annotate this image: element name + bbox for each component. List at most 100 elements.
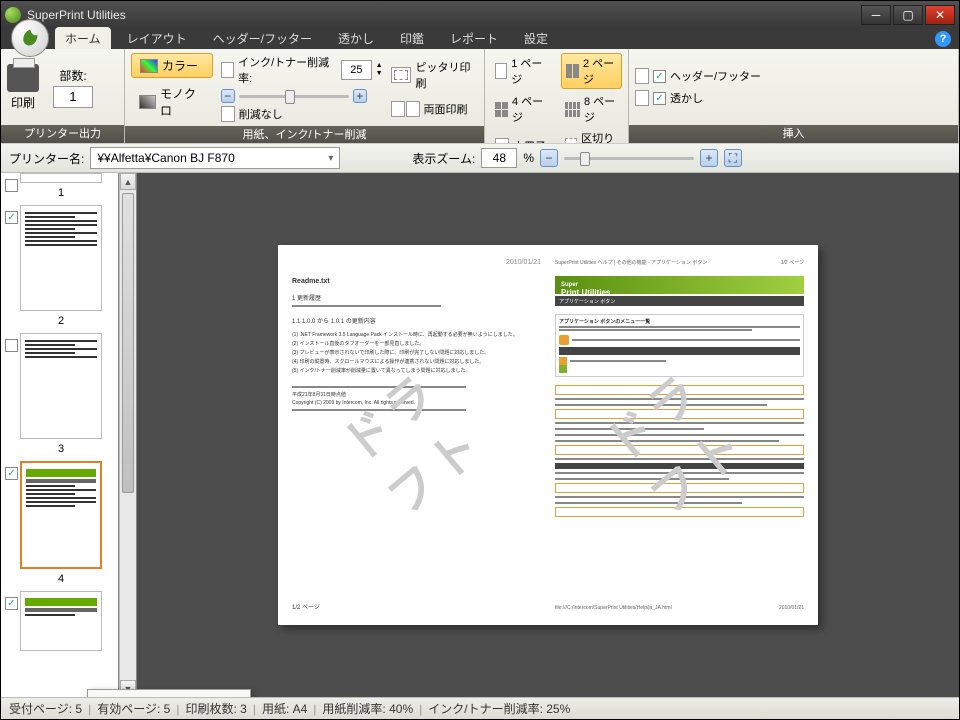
maximize-button[interactable]: ▢ [893, 5, 923, 25]
cm-insert-blank[interactable]: 空白ページを挿入する [90, 692, 248, 697]
status-received: 受付ページ: 5 [9, 700, 82, 717]
zoom-percent: % [523, 151, 534, 165]
thumbnail-2[interactable] [20, 205, 102, 311]
titlebar: SuperPrint Utilities ─ ▢ ✕ [1, 1, 959, 29]
status-paper-reduce: 用紙削減率: 40% [322, 700, 413, 717]
zoom-slider[interactable] [564, 150, 694, 166]
thumb-checkbox[interactable]: ✓ [5, 467, 18, 480]
tab-home[interactable]: ホーム [55, 27, 111, 49]
ribbon-tabs: ホーム レイアウト ヘッダー/フッター 透かし 印鑑 レポート 設定 ? [1, 29, 959, 49]
checkbox-icon[interactable]: ✓ [653, 70, 666, 83]
insert-watermark[interactable]: ✓ 透かし [635, 90, 761, 106]
copies-label: 部数: [59, 67, 86, 84]
ribbon: 印刷 部数: プリンター出力 カラー モノクロ [1, 49, 959, 143]
status-paper: 用紙: A4 [262, 700, 307, 717]
workspace: 1 ✓ 2 3 ✓ 4 [1, 173, 959, 697]
application-button[interactable] [11, 19, 49, 57]
duplex-label: 両面印刷 [424, 101, 468, 117]
printer-icon [7, 64, 39, 92]
layout-1page[interactable]: 1 ページ [491, 53, 551, 89]
print-label: 印刷 [11, 94, 35, 111]
thumbnail-panel: 1 ✓ 2 3 ✓ 4 [1, 173, 119, 697]
statusbar: 受付ページ: 5| 有効ページ: 5| 印刷枚数: 3| 用紙: A4| 用紙削… [1, 697, 959, 719]
color-swatch-icon [140, 59, 158, 73]
leaf-icon [20, 28, 40, 48]
thumbnail-4-selected[interactable] [20, 461, 102, 569]
ribbon-group-label-4: 挿入 [629, 125, 958, 143]
reduce-minus[interactable]: − [221, 89, 235, 103]
tab-stamp[interactable]: 印鑑 [390, 27, 434, 49]
window-title: SuperPrint Utilities [27, 8, 861, 22]
ribbon-group-label-2: 用紙、インク/トナー削減 [125, 126, 484, 144]
mono-label: モノクロ [160, 85, 205, 119]
no-reduce-label: 削減なし [239, 106, 283, 122]
layout-8page[interactable]: 8 ページ [561, 92, 622, 126]
zoom-out-button[interactable]: − [540, 149, 558, 167]
tab-settings[interactable]: 設定 [514, 27, 558, 49]
tab-report[interactable]: レポート [440, 27, 508, 49]
app-icon [5, 7, 21, 23]
ribbon-group-printer-output: 印刷 部数: プリンター出力 [1, 49, 125, 143]
reduce-value[interactable]: 25 [341, 60, 371, 80]
fit-print-button[interactable]: ピッタリ印刷 [391, 59, 478, 91]
layout-2page[interactable]: 2 ページ [561, 53, 622, 89]
scroll-up-icon[interactable]: ▲ [120, 173, 136, 190]
preview-page-right: ドラフト SuperPrint Utilities ヘルプ | その他の機能 -… [555, 259, 804, 611]
color-label: カラー [162, 57, 198, 74]
close-button[interactable]: ✕ [925, 5, 955, 25]
status-ink-reduce: インク/トナー削減率: 25% [428, 700, 570, 717]
thumbnail-1-partial[interactable] [20, 173, 102, 183]
tab-watermark[interactable]: 透かし [328, 27, 384, 49]
thumb-checkbox[interactable]: ✓ [5, 211, 18, 224]
status-sheets: 印刷枚数: 3 [185, 700, 246, 717]
reduce-up[interactable]: ▲ [376, 62, 383, 69]
app-window: SuperPrint Utilities ─ ▢ ✕ ホーム レイアウト ヘッダ… [0, 0, 960, 720]
checkbox-icon[interactable]: ✓ [653, 92, 666, 105]
ribbon-group-label-1: プリンター出力 [1, 125, 124, 143]
tab-layout[interactable]: レイアウト [117, 27, 197, 49]
printer-name-dropdown[interactable]: ¥¥Alfetta¥Canon BJ F870 [90, 147, 340, 169]
mono-mode-button[interactable]: モノクロ [131, 82, 213, 122]
zoom-value[interactable]: 48 [481, 148, 517, 168]
ribbon-group-paper-ink: カラー モノクロ インク/トナー削減率: 25 ▲▼ − [125, 49, 485, 143]
toolbar-secondary: プリンター名: ¥¥Alfetta¥Canon BJ F870 表示ズーム: 4… [1, 143, 959, 173]
window-controls: ─ ▢ ✕ [861, 5, 955, 25]
printer-name-label: プリンター名: [9, 150, 84, 167]
copies-spinner: 部数: [53, 67, 93, 108]
thumb-checkbox[interactable] [5, 179, 18, 192]
printer-name-value: ¥¥Alfetta¥Canon BJ F870 [97, 151, 234, 165]
fit-print-label: ピッタリ印刷 [415, 59, 478, 91]
reduce-down[interactable]: ▼ [376, 70, 383, 77]
reduce-plus[interactable]: + [353, 89, 367, 103]
tab-header-footer[interactable]: ヘッダー/フッター [203, 27, 322, 49]
help-button[interactable]: ? [935, 31, 951, 47]
ribbon-group-layout: 1 ページ 2 ページ 4 ページ 8 ページ 小冊子 区切り線 割付 [485, 49, 629, 143]
minimize-button[interactable]: ─ [861, 5, 891, 25]
preview-sheet: ドラフト 2010/01/21 Readme.txt 1 更新履歴 1.1 1.… [278, 245, 818, 625]
print-button[interactable]: 印刷 [7, 64, 39, 111]
copies-input[interactable] [53, 86, 93, 108]
thumbnail-3[interactable] [20, 333, 102, 439]
color-mode-button[interactable]: カラー [131, 53, 213, 78]
thumb-checkbox[interactable] [5, 339, 18, 352]
zoom-label: 表示ズーム: [412, 150, 475, 167]
insert-header-footer[interactable]: ✓ ヘッダー/フッター [635, 68, 761, 84]
mono-swatch-icon [139, 95, 156, 109]
preview-page-left: ドラフト 2010/01/21 Readme.txt 1 更新履歴 1.1 1.… [292, 259, 541, 611]
status-valid: 有効ページ: 5 [97, 700, 170, 717]
context-menu: 空白ページを挿入する 削除 ページを有効にする ページを無効にする 全てのページ… [87, 689, 251, 697]
page-icon [221, 106, 235, 122]
reduce-label: インク/トナー削減率: [238, 54, 337, 86]
preview-canvas[interactable]: ドラフト 2010/01/21 Readme.txt 1 更新履歴 1.1 1.… [137, 173, 959, 697]
duplex-button[interactable]: 両面印刷 [391, 101, 478, 117]
reduce-slider[interactable] [239, 88, 349, 104]
thumbnail-scrollbar[interactable]: ▲ ▼ [119, 173, 136, 697]
page-icon [221, 62, 234, 78]
no-reduce-button[interactable]: 削減なし [221, 106, 383, 122]
zoom-in-button[interactable]: + [700, 149, 718, 167]
thumb-checkbox[interactable]: ✓ [5, 597, 18, 610]
zoom-fit-button[interactable]: ⛶ [724, 149, 742, 167]
layout-4page[interactable]: 4 ページ [491, 92, 551, 126]
ribbon-group-insert: ✓ ヘッダー/フッター ✓ 透かし 挿入 [629, 49, 959, 143]
thumbnail-5[interactable] [20, 591, 102, 651]
